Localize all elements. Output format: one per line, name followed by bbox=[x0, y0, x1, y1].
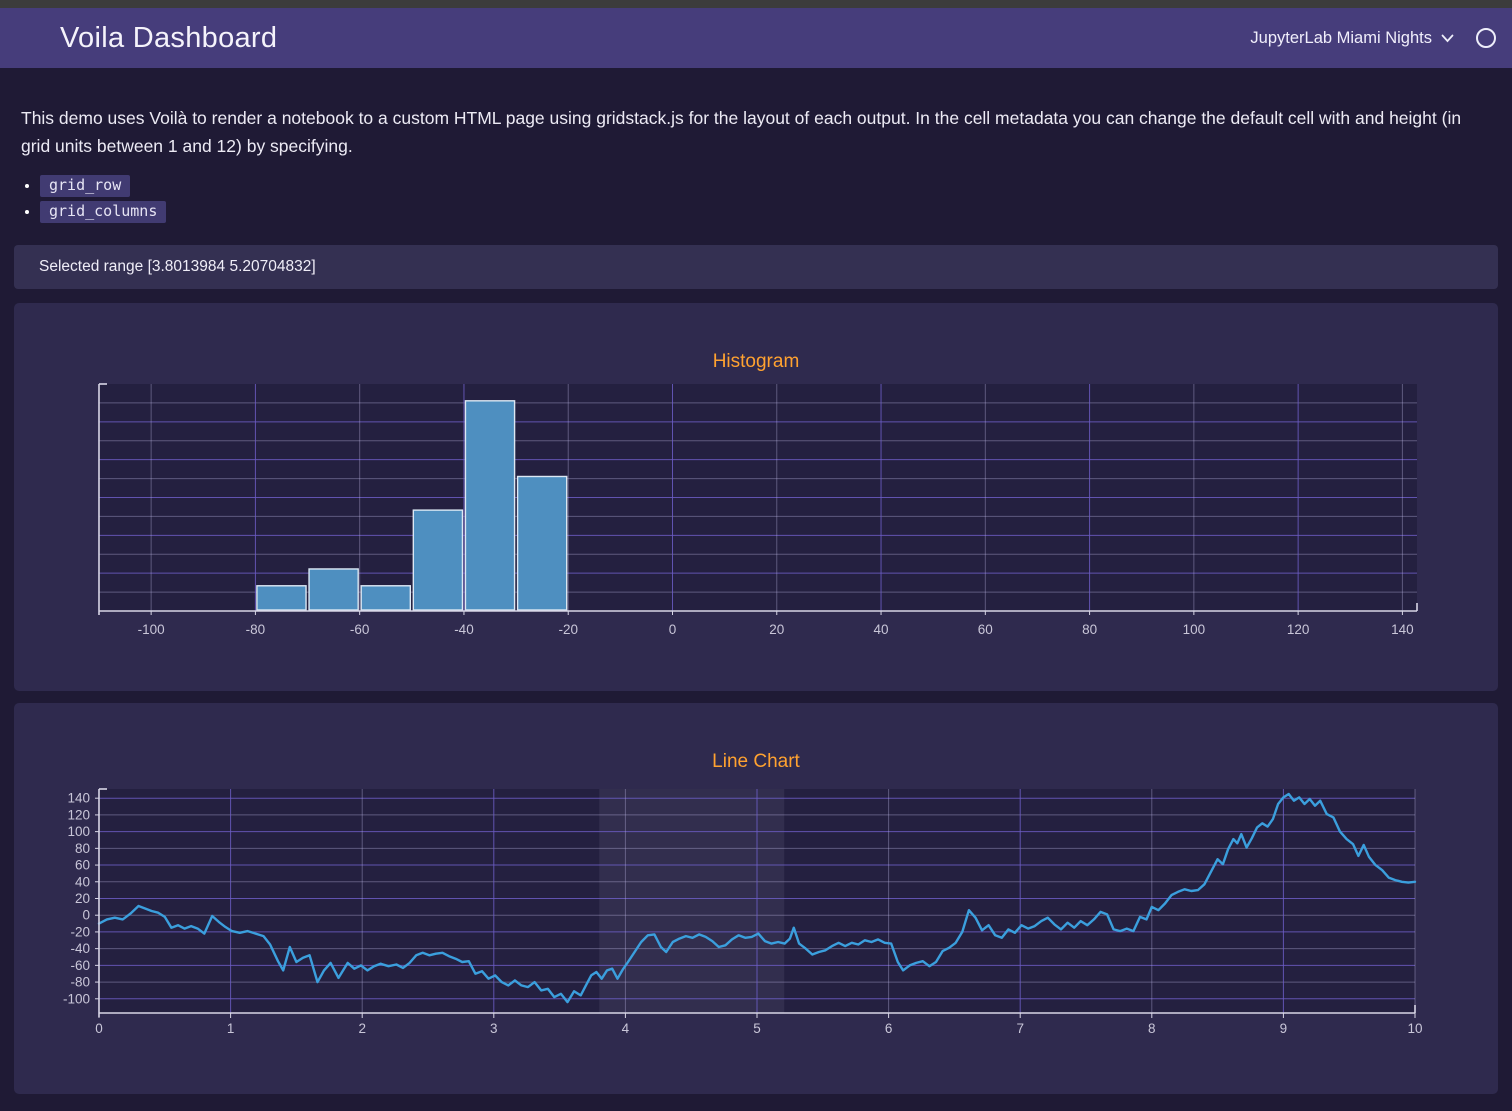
svg-text:8: 8 bbox=[1148, 1021, 1156, 1036]
svg-text:3: 3 bbox=[490, 1021, 498, 1036]
svg-text:80: 80 bbox=[75, 841, 90, 856]
selected-range-text: Selected range [3.8013984 5.20704832] bbox=[39, 258, 316, 276]
kernel-status-icon[interactable] bbox=[1476, 28, 1496, 48]
list-item: grid_columns bbox=[40, 202, 1498, 221]
histogram-bar bbox=[413, 510, 462, 610]
svg-text:-20: -20 bbox=[558, 622, 578, 637]
histogram-bar bbox=[361, 586, 410, 610]
line-chart-title: Line Chart bbox=[14, 751, 1498, 773]
svg-text:20: 20 bbox=[75, 891, 90, 906]
svg-text:-40: -40 bbox=[454, 622, 474, 637]
chevron-down-icon bbox=[1441, 34, 1454, 43]
svg-text:-40: -40 bbox=[70, 941, 90, 956]
svg-text:9: 9 bbox=[1280, 1021, 1288, 1036]
svg-text:-60: -60 bbox=[70, 958, 90, 973]
svg-text:-20: -20 bbox=[70, 924, 90, 939]
svg-text:60: 60 bbox=[75, 858, 90, 873]
theme-selector[interactable]: JupyterLab Miami Nights bbox=[1250, 29, 1454, 48]
header-controls: JupyterLab Miami Nights bbox=[1250, 28, 1496, 48]
svg-text:140: 140 bbox=[1391, 622, 1414, 637]
intro-text: This demo uses Voilà to render a noteboo… bbox=[21, 104, 1468, 160]
svg-text:120: 120 bbox=[1287, 622, 1310, 637]
x-axis-labels: 0 1 2 3 4 5 6 7 8 9 10 bbox=[95, 1013, 1422, 1036]
svg-text:40: 40 bbox=[874, 622, 889, 637]
list-item: grid_row bbox=[40, 176, 1498, 195]
svg-text:-100: -100 bbox=[63, 991, 90, 1006]
svg-text:20: 20 bbox=[769, 622, 784, 637]
svg-text:40: 40 bbox=[75, 874, 90, 889]
svg-text:7: 7 bbox=[1016, 1021, 1024, 1036]
window-top-strip bbox=[0, 0, 1512, 8]
svg-text:120: 120 bbox=[67, 807, 90, 822]
svg-text:60: 60 bbox=[978, 622, 993, 637]
histogram-bar bbox=[465, 401, 514, 610]
svg-text:0: 0 bbox=[95, 1021, 103, 1036]
svg-text:100: 100 bbox=[1183, 622, 1206, 637]
selected-range-output: Selected range [3.8013984 5.20704832] bbox=[14, 245, 1498, 289]
histogram-bar bbox=[257, 586, 306, 610]
svg-text:140: 140 bbox=[67, 791, 90, 806]
svg-text:5: 5 bbox=[753, 1021, 761, 1036]
svg-text:100: 100 bbox=[67, 824, 90, 839]
histogram-bar bbox=[518, 476, 567, 610]
metadata-options-list: grid_row grid_columns bbox=[14, 176, 1498, 221]
svg-text:10: 10 bbox=[1407, 1021, 1422, 1036]
svg-text:-100: -100 bbox=[138, 622, 165, 637]
svg-text:-60: -60 bbox=[350, 622, 370, 637]
histogram-title: Histogram bbox=[14, 351, 1498, 373]
svg-text:4: 4 bbox=[622, 1021, 630, 1036]
histogram-bar bbox=[309, 569, 358, 610]
svg-text:1: 1 bbox=[227, 1021, 235, 1036]
histogram-card: Histogram -100 -80 -60 -40 -20 0 20 40 60 80 100 12… bbox=[14, 303, 1498, 691]
svg-text:80: 80 bbox=[1082, 622, 1097, 637]
page-title: Voila Dashboard bbox=[60, 22, 277, 55]
theme-selector-label: JupyterLab Miami Nights bbox=[1250, 29, 1432, 48]
svg-text:2: 2 bbox=[358, 1021, 366, 1036]
x-axis-labels: -100 -80 -60 -40 -20 0 20 40 60 80 100 120 140 bbox=[138, 611, 1414, 637]
grid-columns-code: grid_columns bbox=[40, 201, 166, 223]
svg-text:0: 0 bbox=[82, 908, 90, 923]
svg-text:-80: -80 bbox=[246, 622, 266, 637]
svg-text:0: 0 bbox=[669, 622, 677, 637]
header-bar: Voila Dashboard JupyterLab Miami Nights bbox=[0, 8, 1512, 68]
line-chart-card: Line Chart 140120100806040200-20-40-60-8… bbox=[14, 703, 1498, 1094]
svg-text:6: 6 bbox=[885, 1021, 893, 1036]
y-axis-labels: 140120 100 80 6040 20 0-20 -40 -60 -80-100 bbox=[63, 791, 99, 1007]
grid-row-code: grid_row bbox=[40, 175, 130, 197]
svg-text:-80: -80 bbox=[70, 975, 90, 990]
dashboard-body: This demo uses Voilà to render a noteboo… bbox=[0, 104, 1512, 1094]
